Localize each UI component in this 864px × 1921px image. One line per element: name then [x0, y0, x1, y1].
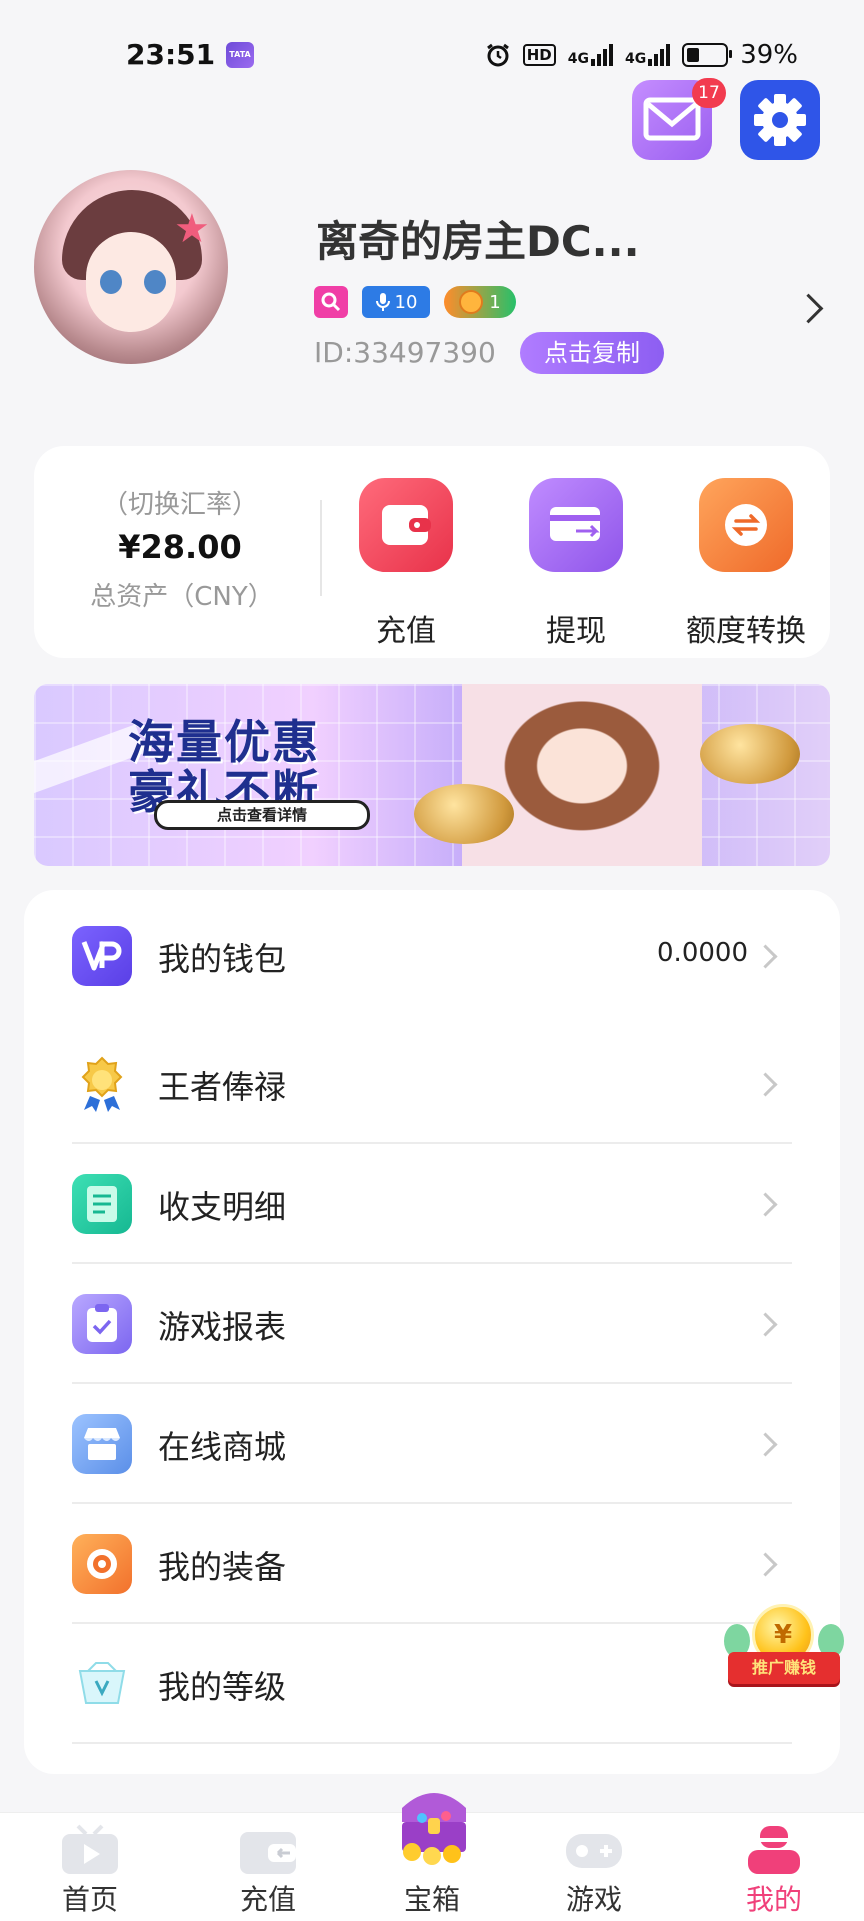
menu-item-king-salary[interactable]: 王者俸禄 [72, 1024, 792, 1144]
banner-cta[interactable]: 点击查看详情 [154, 800, 370, 830]
coin-image [414, 784, 514, 844]
unread-badge: 17 [692, 78, 726, 108]
coin-level-badge: 1 [444, 286, 516, 318]
promote-earn-button[interactable]: ¥ 推广赚钱 [724, 1604, 844, 1704]
clipboard-check-icon [72, 1294, 132, 1354]
menu-item-my-equipment[interactable]: 我的装备 [72, 1504, 792, 1624]
wallet-icon [359, 478, 453, 572]
menu-item-online-store[interactable]: 在线商城 [72, 1384, 792, 1504]
user-icon [748, 1826, 800, 1874]
menu-item-transactions[interactable]: 收支明细 [72, 1144, 792, 1264]
coin-image [700, 724, 800, 784]
wallet-balance: 0.0000 [657, 938, 748, 968]
promote-earn-label: 推广赚钱 [728, 1652, 840, 1684]
total-assets-label: 总资产（CNY） [90, 582, 274, 612]
menu-item-wallet[interactable]: 我的钱包 0.0000 [72, 896, 792, 1016]
username: 离奇的房主DC... [316, 217, 640, 266]
signal-1-icon: 4G [568, 44, 613, 66]
promo-banner[interactable]: 海量优惠 豪礼不断 点击查看详情 [34, 684, 830, 866]
signal-2-icon: 4G [625, 44, 671, 66]
status-bar: 23:51 TATA HD 4G 4G 39% [0, 0, 864, 110]
nav-home[interactable]: 首页 [30, 1812, 150, 1920]
king-medal-icon [72, 1054, 132, 1114]
ledger-icon [72, 1174, 132, 1234]
store-icon [72, 1414, 132, 1474]
chevron-right-icon [753, 1552, 778, 1577]
switch-rate-link[interactable]: （切换汇率） [80, 484, 280, 521]
menu-item-game-report[interactable]: 游戏报表 [72, 1264, 792, 1384]
battery-percent: 39% [740, 40, 798, 70]
card-transfer-icon [529, 478, 623, 572]
chevron-right-icon [753, 1432, 778, 1457]
quota-convert-button[interactable]: 额度转换 [676, 478, 816, 650]
nav-recharge[interactable]: 充值 [208, 1812, 328, 1920]
banner-photo [462, 684, 702, 866]
nav-mine[interactable]: 我的 [714, 1812, 834, 1920]
play-tv-icon [62, 1824, 118, 1874]
nav-games[interactable]: 游戏 [534, 1812, 654, 1920]
treasure-chest-icon [402, 1793, 466, 1865]
menu-item-my-level[interactable]: 我的等级 [72, 1624, 792, 1744]
exchange-icon [699, 478, 793, 572]
hd-icon: HD [522, 44, 556, 66]
divider [320, 500, 322, 596]
mic-level-badge: 10 [362, 286, 430, 318]
mic-icon [375, 293, 390, 311]
equipment-icon [72, 1534, 132, 1594]
battery-icon [682, 43, 733, 67]
gear-icon [754, 94, 806, 146]
app-badge-icon: TATA [226, 42, 254, 68]
gamepad-icon [566, 1834, 622, 1868]
level-icon [72, 1654, 132, 1714]
chevron-right-icon [753, 1312, 778, 1337]
copy-id-button[interactable]: 点击复制 [520, 332, 664, 374]
total-amount: ¥28.00 [118, 528, 242, 566]
wallet-card-icon [240, 1832, 296, 1874]
search-badge-icon [314, 286, 348, 318]
settings-button[interactable] [740, 80, 820, 160]
user-id: ID:33497390 [314, 336, 496, 369]
clock: 23:51 [126, 38, 216, 71]
chevron-right-icon [753, 1192, 778, 1217]
recharge-button[interactable]: 充值 [336, 478, 476, 650]
chevron-right-icon [753, 1072, 778, 1097]
chevron-right-icon [753, 944, 778, 969]
nav-treasure-chest[interactable]: 宝箱 [372, 1793, 492, 1920]
withdraw-button[interactable]: 提现 [506, 478, 646, 650]
coin-icon [459, 290, 484, 314]
chevron-right-icon[interactable] [793, 293, 824, 324]
avatar[interactable]: ★ [34, 170, 228, 364]
vp-wallet-icon [72, 926, 132, 986]
system-indicators: HD 4G 4G 39% [485, 40, 798, 70]
alarm-icon [486, 43, 509, 67]
